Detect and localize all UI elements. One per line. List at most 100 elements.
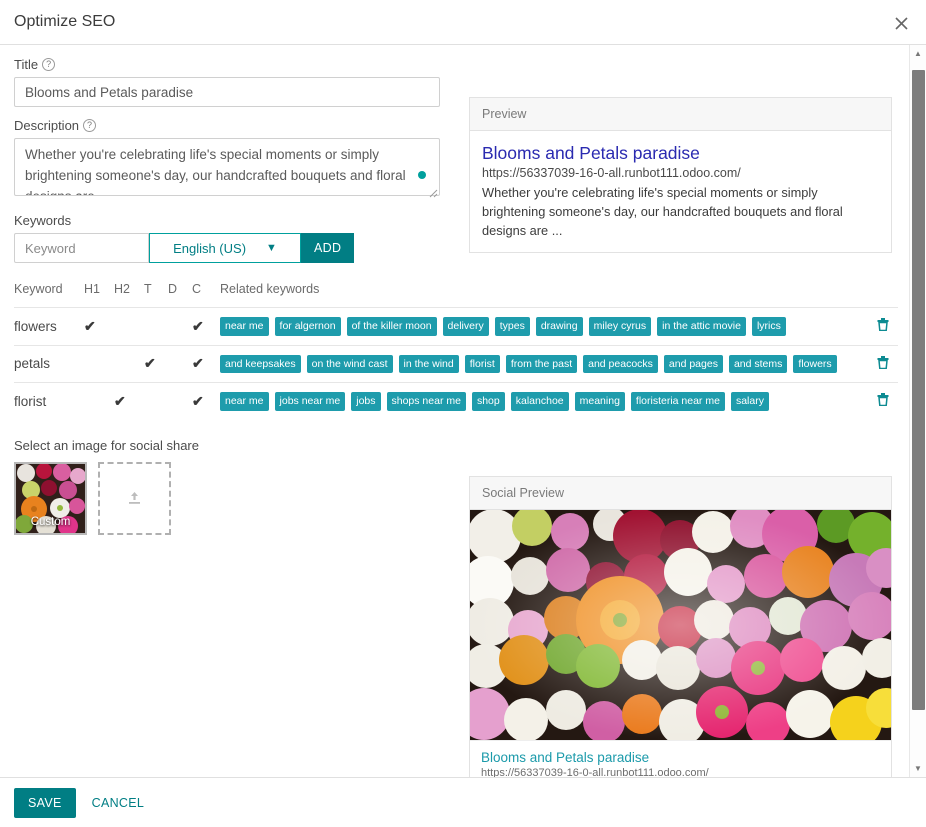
related-keyword-tag[interactable]: floristeria near me [631,392,725,411]
col-keyword: Keyword [14,282,84,308]
keyword-d-cell [168,345,192,383]
keyword-h2-cell [114,345,144,383]
keyword-name: florist [14,383,84,420]
social-preview-url: https://56337039-16-0-all.runbot111.odoo… [481,767,880,777]
optimize-seo-dialog: Optimize SEO Title ? Description ? Wheth… [0,0,926,827]
related-keyword-tag[interactable]: shops near me [387,392,466,411]
col-related: Related keywords [220,282,868,308]
keyword-input[interactable] [14,233,149,263]
delete-keyword-cell[interactable] [868,308,898,346]
vertical-scrollbar[interactable]: ▲ ▼ [909,45,926,777]
description-label-text: Description [14,118,79,133]
check-icon: ✔ [192,318,204,334]
social-preview-column: Social Preview [469,476,892,777]
related-keyword-tag[interactable]: jobs [351,392,380,411]
keywords-table-header: Keyword H1 H2 T D C Related keywords [14,282,898,308]
related-keyword-tag[interactable]: on the wind cast [307,355,393,374]
keyword-d-cell [168,383,192,420]
related-keyword-tag[interactable]: lyrics [752,317,786,336]
dialog-body: Title ? Description ? Whether you're cel… [0,45,926,777]
keyword-text: petals [14,356,50,371]
related-keywords: near me jobs near me jobs shops near me shop… [220,392,868,411]
delete-keyword-cell[interactable] [868,345,898,383]
upload-icon [126,490,143,507]
table-row: petals✔✔and keepsakeson the wind castin … [14,345,898,383]
related-keyword-tag[interactable]: in the wind [399,355,459,374]
close-icon[interactable] [886,8,916,38]
check-icon: ✔ [192,393,204,409]
col-h1: H1 [84,282,114,308]
keyword-c-cell: ✔ [192,345,220,383]
related-keyword-tag[interactable]: of the killer moon [347,317,437,336]
check-icon: ✔ [144,355,156,371]
keyword-h2-cell: ✔ [114,383,144,420]
table-row: flowers✔✔near mefor algernonof the kille… [14,308,898,346]
image-upload-dropzone[interactable] [98,462,171,535]
related-keyword-tag[interactable]: meaning [575,392,625,411]
title-input[interactable] [14,77,440,107]
social-preview-panel: Social Preview [469,476,892,777]
related-keyword-tag[interactable]: miley cyrus [589,317,652,336]
keyword-c-cell: ✔ [192,308,220,346]
col-t: T [144,282,168,308]
thumbnail-caption: Custom [16,516,85,528]
related-keywords: and keepsakes on the wind cast in the wind… [220,355,868,374]
dialog-title: Optimize SEO [14,13,115,31]
keyword-text: flowers [14,319,57,334]
related-keyword-tag[interactable]: types [495,317,530,336]
language-select[interactable]: English (US) ▼ [149,233,301,263]
serp-title[interactable]: Blooms and Petals paradise [482,142,879,164]
related-keyword-tag[interactable]: near me [220,317,269,336]
related-keyword-tag[interactable]: in the attic movie [657,317,746,336]
col-delete [868,282,898,308]
dialog-footer: SAVE CANCEL [0,777,926,827]
scroll-up-button[interactable]: ▲ [910,45,926,62]
delete-keyword-icon[interactable] [877,318,889,334]
related-keyword-tag[interactable]: delivery [443,317,489,336]
search-preview-column: Preview Blooms and Petals paradise https… [469,97,892,253]
keyword-c-cell: ✔ [192,383,220,420]
related-keyword-tag[interactable]: flowers [793,355,836,374]
keyword-t-cell [144,383,168,420]
related-keywords: near me for algernon of the killer moon del… [220,317,868,336]
social-image-thumbnail[interactable]: Custom [14,462,87,535]
related-keyword-tag[interactable]: and peacocks [583,355,658,374]
related-keyword-tag[interactable]: jobs near me [275,392,346,411]
scrollbar-thumb[interactable] [912,70,925,710]
delete-keyword-icon[interactable] [877,393,889,409]
delete-keyword-icon[interactable] [877,356,889,372]
related-keyword-tag[interactable]: kalanchoe [511,392,569,411]
related-keyword-tag[interactable]: florist [465,355,500,374]
related-keyword-tag[interactable]: for algernon [275,317,341,336]
social-preview-title[interactable]: Blooms and Petals paradise [481,750,880,765]
save-button[interactable]: SAVE [14,788,76,818]
dialog-header: Optimize SEO [0,0,926,45]
scroll-down-button[interactable]: ▼ [910,760,926,777]
related-keyword-tag[interactable]: shop [472,392,505,411]
related-keyword-tag[interactable]: and keepsakes [220,355,301,374]
description-wrapper: Whether you're celebrating life's specia… [14,138,440,199]
description-textarea[interactable]: Whether you're celebrating life's specia… [14,138,440,196]
social-preview-footer: Blooms and Petals paradise https://56337… [470,740,891,777]
related-keywords-cell: near me for algernon of the killer moon del… [220,308,868,346]
serp-url: https://56337039-16-0-all.runbot111.odoo… [482,166,879,180]
add-keyword-button[interactable]: ADD [301,233,354,263]
related-keyword-tag[interactable]: from the past [506,355,577,374]
related-keyword-tag[interactable]: near me [220,392,269,411]
col-h2: H2 [114,282,144,308]
delete-keyword-cell[interactable] [868,383,898,420]
check-icon: ✔ [114,393,126,409]
cancel-button[interactable]: CANCEL [90,788,147,818]
col-d: D [168,282,192,308]
related-keyword-tag[interactable]: salary [731,392,769,411]
social-image-label: Select an image for social share [14,438,456,453]
keyword-d-cell [168,308,192,346]
related-keyword-tag[interactable]: drawing [536,317,583,336]
scrollbar-track[interactable] [910,62,926,760]
preview-panel-header: Preview [470,98,891,131]
related-keyword-tag[interactable]: and stems [729,355,787,374]
help-icon[interactable]: ? [83,119,96,132]
serp-preview: Blooms and Petals paradise https://56337… [470,131,891,252]
help-icon[interactable]: ? [42,58,55,71]
related-keyword-tag[interactable]: and pages [664,355,723,374]
